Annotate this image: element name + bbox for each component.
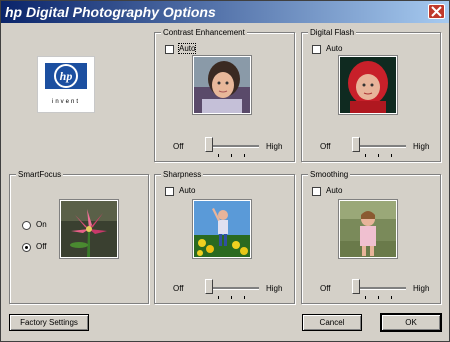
smoothing-slider-tick	[378, 296, 379, 299]
sharpness-slider-track[interactable]	[205, 287, 259, 290]
flash-slider-thumb[interactable]	[352, 137, 360, 152]
contrast-slider-thumb[interactable]	[205, 137, 213, 152]
cancel-button[interactable]: Cancel	[302, 314, 362, 331]
flash-max-label: High	[413, 142, 430, 151]
dialog-window: hp Digital Photography Options hp invent…	[0, 0, 450, 342]
flash-title: Digital Flash	[308, 27, 357, 38]
smartfocus-on-option[interactable]: On	[22, 220, 47, 230]
ok-button[interactable]: OK	[380, 313, 442, 332]
sharpness-auto[interactable]: Auto	[165, 186, 195, 196]
smartfocus-on-label: On	[36, 220, 47, 229]
smoothing-auto[interactable]: Auto	[312, 186, 342, 196]
close-icon	[431, 6, 442, 17]
sharpness-panel: Sharpness Auto Off High	[154, 169, 295, 304]
smartfocus-off-option[interactable]: Off	[22, 242, 47, 252]
contrast-min-label: Off	[173, 142, 184, 151]
title-bar[interactable]: hp Digital Photography Options	[1, 1, 449, 23]
contrast-slider-tick	[231, 154, 232, 157]
sharpness-slider-tick	[244, 296, 245, 299]
sharpness-auto-checkbox[interactable]	[165, 186, 174, 196]
flash-slider-tick	[365, 154, 366, 157]
smoothing-auto-checkbox[interactable]	[312, 186, 321, 196]
factory-settings-button[interactable]: Factory Settings	[9, 314, 89, 331]
contrast-auto-checkbox[interactable]	[165, 44, 174, 54]
sharpness-title: Sharpness	[161, 169, 204, 180]
hp-logo-graphic: hp invent	[45, 63, 87, 105]
flash-min-label: Off	[320, 142, 331, 151]
smoothing-preview-image	[338, 199, 398, 259]
smoothing-auto-label: Auto	[326, 186, 343, 195]
smoothing-slider-thumb[interactable]	[352, 279, 360, 294]
smoothing-slider-track[interactable]	[352, 287, 406, 290]
smoothing-max-label: High	[413, 284, 430, 293]
contrast-preview-image	[192, 55, 252, 115]
contrast-auto[interactable]: Auto	[165, 43, 197, 54]
smartfocus-off-radio[interactable]	[22, 242, 31, 252]
contrast-slider-tick	[244, 154, 245, 157]
smoothing-title: Smoothing	[308, 169, 351, 180]
sharpness-slider-tick	[218, 296, 219, 299]
smoothing-slider-tick	[365, 296, 366, 299]
flash-preview-image	[338, 55, 398, 115]
sharpness-auto-label: Auto	[179, 186, 196, 195]
flash-panel: Digital Flash Auto Off High	[301, 27, 441, 162]
flash-auto-label: Auto	[326, 44, 343, 53]
sharpness-slider-thumb[interactable]	[205, 279, 213, 294]
smoothing-min-label: Off	[320, 284, 331, 293]
hp-logo: hp invent	[37, 56, 95, 113]
smartfocus-preview-image	[59, 199, 119, 259]
smartfocus-on-radio[interactable]	[22, 220, 31, 230]
hp-logo-tagline: invent	[52, 99, 80, 105]
hp-logo-mark: hp	[60, 69, 73, 83]
flash-slider-track[interactable]	[352, 145, 406, 148]
window-title: hp Digital Photography Options	[5, 4, 216, 20]
close-button[interactable]	[428, 4, 445, 19]
smartfocus-title: SmartFocus	[16, 169, 64, 180]
contrast-slider-track[interactable]	[205, 145, 259, 148]
smoothing-slider-tick	[391, 296, 392, 299]
smartfocus-off-label: Off	[36, 242, 47, 251]
sharpness-slider-tick	[231, 296, 232, 299]
contrast-panel: Contrast Enhancement Auto Off High	[154, 27, 295, 162]
sharpness-preview-image	[192, 199, 252, 259]
flash-slider-tick	[391, 154, 392, 157]
flash-auto-checkbox[interactable]	[312, 44, 321, 54]
flash-slider-tick	[378, 154, 379, 157]
smartfocus-panel: SmartFocus On Off	[9, 169, 149, 304]
contrast-slider-tick	[218, 154, 219, 157]
smoothing-panel: Smoothing Auto Off High	[301, 169, 441, 304]
sharpness-max-label: High	[266, 284, 283, 293]
contrast-max-label: High	[266, 142, 283, 151]
flash-auto[interactable]: Auto	[312, 44, 342, 54]
contrast-title: Contrast Enhancement	[161, 27, 247, 38]
sharpness-min-label: Off	[173, 284, 184, 293]
contrast-auto-label: Auto	[177, 43, 197, 54]
